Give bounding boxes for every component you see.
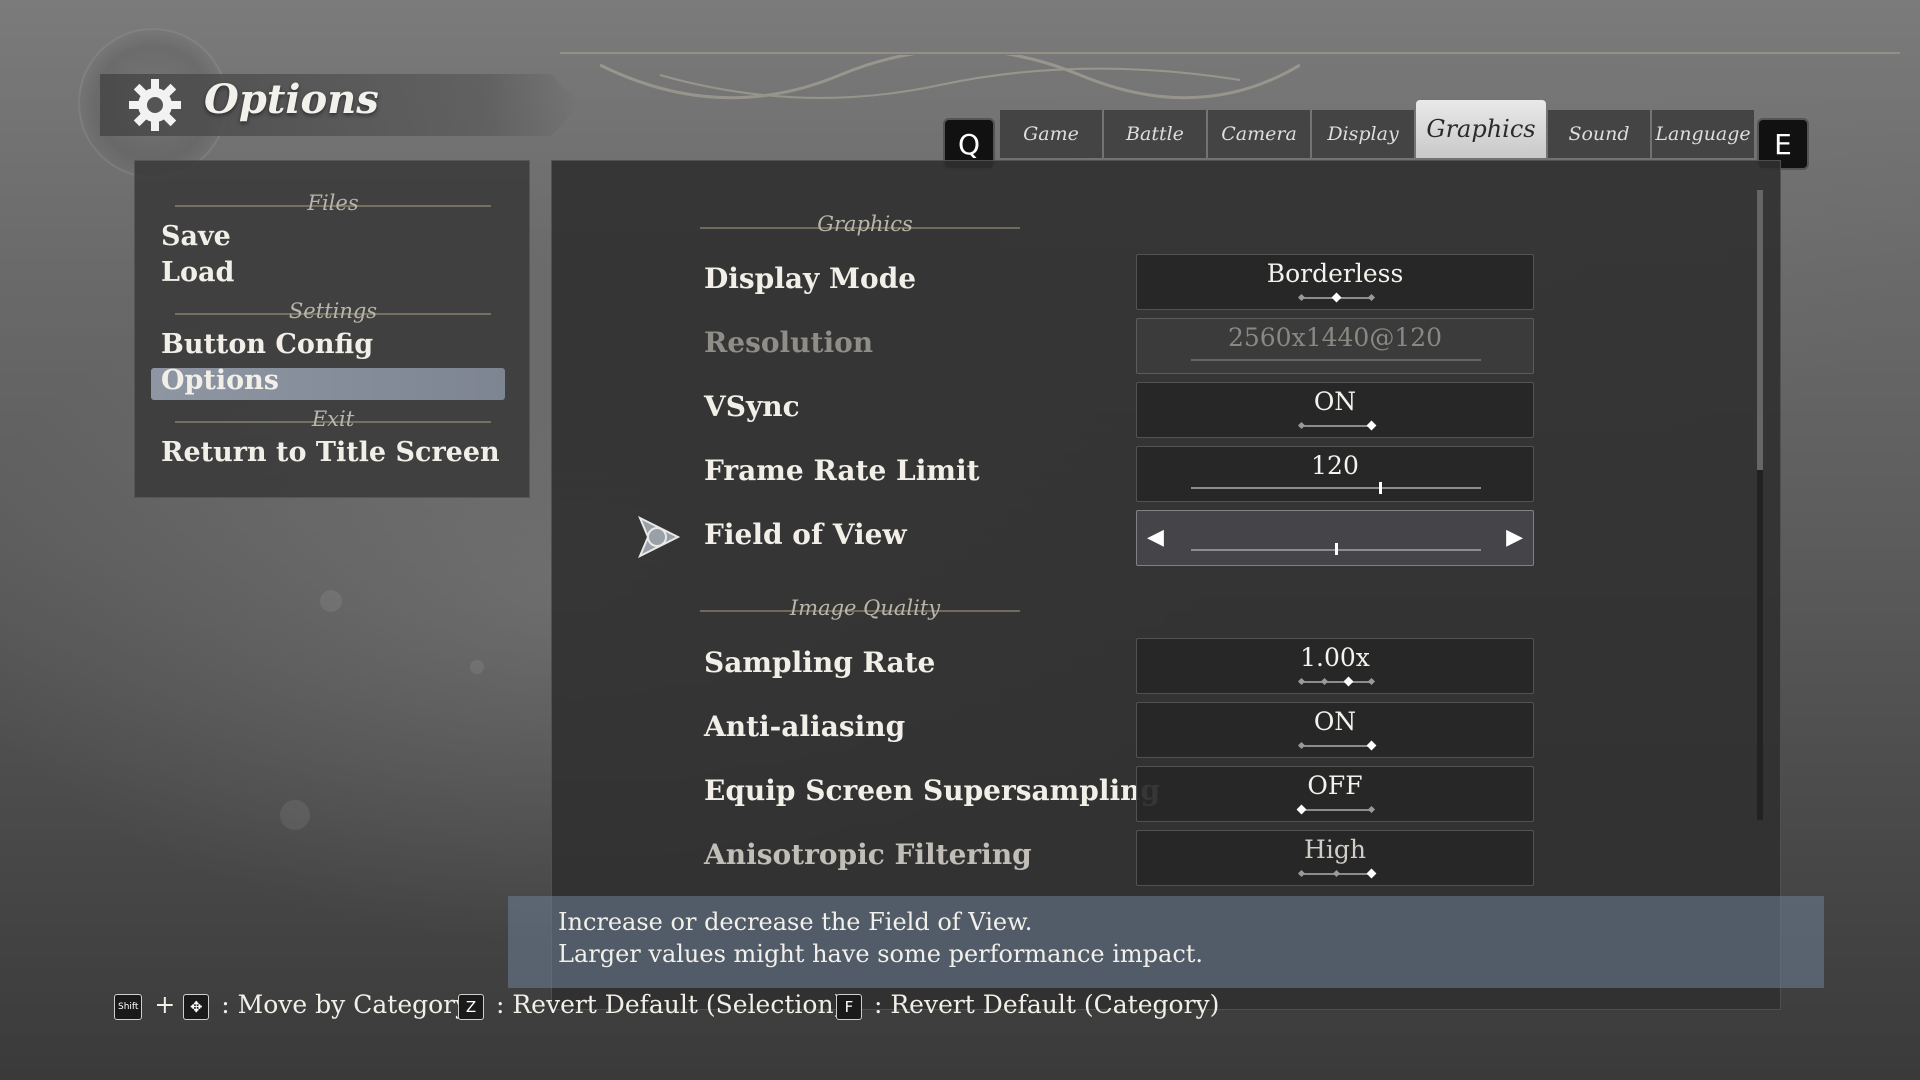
option-indicator (1297, 292, 1376, 303)
setting-label-anti-aliasing: Anti-aliasing (704, 710, 906, 743)
setting-label-sampling-rate: Sampling Rate (704, 646, 936, 679)
sampling-rate-value: 1.00x (1300, 643, 1370, 672)
shift-key-icon: Shift (114, 993, 143, 1020)
tab-camera[interactable]: Camera (1208, 110, 1310, 158)
z-key-icon: Z (458, 993, 484, 1020)
scrollbar-thumb[interactable] (1757, 190, 1763, 470)
option-dot-selected (1366, 740, 1377, 751)
fog-particle (280, 800, 310, 830)
setting-label-frame-rate-limit: Frame Rate Limit (704, 454, 980, 487)
option-dot (1321, 677, 1329, 686)
option-track (1301, 681, 1371, 683)
hint-revert-selection: Z : Revert Default (Selection) (458, 990, 843, 1020)
hint-text: : Revert Default (Selection) (495, 990, 844, 1019)
setting-label-field-of-view: Field of View (704, 518, 907, 551)
f-key-icon: F (836, 993, 862, 1020)
option-dot (1332, 869, 1341, 878)
menu-item-options[interactable]: Options (161, 365, 279, 396)
setting-label-equip-supersampling: Equip Screen Supersampling (704, 774, 1161, 807)
field-of-view-slider[interactable]: ◀ ▶ (1136, 510, 1534, 566)
dpad-icon: ✥ (183, 993, 210, 1020)
equip-supersampling-value: OFF (1307, 771, 1363, 800)
option-indicator (1297, 868, 1377, 879)
resolution-value: 2560x1440@120 (1227, 323, 1443, 352)
option-dot-selected (1343, 676, 1354, 687)
sampling-rate-selector[interactable]: 1.00x (1136, 638, 1534, 694)
option-dot (1297, 293, 1306, 302)
anti-aliasing-value: ON (1313, 707, 1357, 736)
frame-rate-limit-slider[interactable]: 120 (1136, 446, 1534, 502)
option-track (1301, 745, 1371, 747)
description-line-2: Larger values might have some performanc… (558, 940, 1204, 968)
hint-move-by-category: Shift + ✥ : Move by Category (114, 990, 469, 1020)
fog-particle (320, 590, 342, 612)
description-panel: Increase or decrease the Field of View. … (508, 896, 1824, 988)
option-indicator (1297, 420, 1377, 431)
section-label-files: Files (307, 191, 359, 215)
slider-handle[interactable] (1335, 543, 1338, 555)
resolution-selector: 2560x1440@120 (1136, 318, 1534, 374)
option-indicator (1296, 804, 1376, 815)
frame-rate-limit-value: 120 (1311, 451, 1359, 480)
side-menu: Files Save Load Settings Button Config O… (134, 160, 530, 498)
option-dot-selected (1366, 420, 1377, 431)
equip-supersampling-selector[interactable]: OFF (1136, 766, 1534, 822)
option-dot (1297, 421, 1306, 430)
anisotropic-filtering-value: High (1304, 835, 1366, 864)
group-label-graphics: Graphics (817, 212, 913, 236)
option-dot (1367, 805, 1376, 814)
menu-item-return-title[interactable]: Return to Title Screen (161, 437, 500, 468)
option-dot-selected (1296, 804, 1307, 815)
menu-item-load[interactable]: Load (161, 257, 234, 288)
anti-aliasing-selector[interactable]: ON (1136, 702, 1534, 758)
option-track (1301, 425, 1371, 427)
setting-label-anisotropic-filtering: Anisotropic Filtering (704, 838, 1032, 871)
slider-handle[interactable] (1378, 482, 1382, 494)
option-dot-selected (1366, 868, 1377, 879)
fog-particle (470, 660, 484, 674)
option-dot-selected (1331, 292, 1342, 303)
group-label-image-quality: Image Quality (789, 596, 941, 620)
tab-battle[interactable]: Battle (1104, 110, 1206, 158)
description-line-1: Increase or decrease the Field of View. (558, 908, 1033, 936)
option-dot (1367, 677, 1376, 686)
option-track (1301, 809, 1371, 811)
anisotropic-filtering-selector[interactable]: High (1136, 830, 1534, 886)
option-dot (1297, 869, 1306, 878)
tab-language[interactable]: Language (1652, 110, 1754, 158)
hint-revert-category: F : Revert Default (Category) (836, 990, 1219, 1020)
option-indicator (1297, 740, 1377, 751)
page-title: Options (204, 76, 379, 123)
increase-arrow-icon[interactable]: ▶ (1506, 525, 1523, 550)
tab-game[interactable]: Game (1000, 110, 1102, 158)
option-dot (1297, 677, 1306, 686)
setting-label-display-mode: Display Mode (704, 262, 917, 295)
setting-label-resolution: Resolution (704, 326, 874, 359)
tab-bar: Game Battle Camera Display Graphics Soun… (1000, 100, 1754, 158)
resolution-track (1191, 359, 1481, 361)
hint-text: : Revert Default (Category) (873, 990, 1220, 1019)
tab-sound[interactable]: Sound (1548, 110, 1650, 158)
header-rule (560, 52, 1900, 54)
section-label-settings: Settings (288, 299, 378, 323)
option-dot (1367, 293, 1376, 302)
menu-item-save[interactable]: Save (161, 221, 231, 252)
hint-text: : Move by Category (221, 990, 470, 1019)
gear-icon (129, 79, 181, 131)
setting-label-vsync: VSync (704, 390, 800, 423)
menu-item-button-config[interactable]: Button Config (161, 329, 373, 360)
vsync-selector[interactable]: ON (1136, 382, 1534, 438)
slider-track (1191, 487, 1481, 489)
selection-cursor-icon (638, 515, 681, 559)
option-dot (1297, 741, 1306, 750)
tab-graphics[interactable]: Graphics (1416, 100, 1546, 158)
option-indicator (1297, 676, 1376, 687)
vsync-value: ON (1313, 387, 1357, 416)
decrease-arrow-icon[interactable]: ◀ (1147, 525, 1164, 550)
tab-display[interactable]: Display (1312, 110, 1414, 158)
display-mode-selector[interactable]: Borderless (1136, 254, 1534, 310)
display-mode-value: Borderless (1266, 259, 1404, 288)
plus-sign: + (154, 990, 176, 1019)
section-label-exit: Exit (311, 407, 355, 431)
